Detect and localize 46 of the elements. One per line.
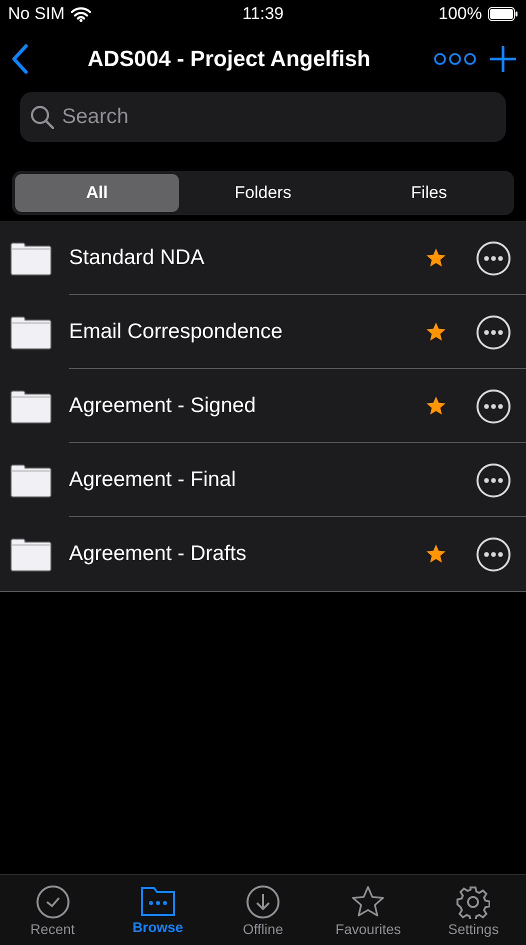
folder-icon: [9, 388, 52, 424]
status-time: 11:39: [242, 4, 284, 24]
more-options-button[interactable]: [476, 462, 511, 498]
tab-bar-item[interactable]: Recent: [0, 875, 106, 945]
folder-icon: [9, 240, 52, 276]
ellipsis-circle-icon: [476, 462, 511, 498]
folder-name[interactable]: Agreement - Signed: [69, 394, 426, 418]
carrier-label: No SIM: [8, 4, 65, 24]
ellipsis-circle-icon: [476, 388, 511, 424]
more-options-button[interactable]: [476, 388, 511, 424]
folder-name[interactable]: Agreement - Final: [69, 468, 426, 492]
battery-percent: 100%: [438, 4, 482, 24]
add-button[interactable]: [490, 46, 516, 72]
folder-name[interactable]: Agreement - Drafts: [69, 542, 426, 566]
folder-icon: [9, 536, 52, 572]
ellipsis-circle-icon: [476, 314, 511, 350]
folder-icon: [9, 314, 52, 350]
tab-bar-item[interactable]: Offline: [210, 875, 316, 945]
more-options-button[interactable]: [476, 240, 511, 276]
checkmark-circle-icon: [36, 885, 70, 919]
wifi-icon: [70, 6, 91, 22]
back-chevron-icon: [10, 44, 30, 74]
folder-name[interactable]: Standard NDA: [69, 246, 426, 270]
download-icon: [246, 885, 280, 919]
more-button[interactable]: [434, 52, 476, 66]
segment-tab[interactable]: All: [15, 174, 179, 212]
battery-icon: [488, 7, 518, 21]
segment-tab[interactable]: Files: [347, 174, 511, 212]
more-options-button[interactable]: [476, 314, 511, 350]
nav-title: ADS004 - Project Angelfish: [86, 46, 372, 72]
tab-bar-item[interactable]: Favourites: [316, 875, 421, 945]
more-options-button[interactable]: [476, 536, 511, 572]
star-icon: [351, 885, 386, 919]
tab-bar-item[interactable]: Browse: [105, 875, 210, 945]
folder-icon: [140, 885, 176, 917]
tab-bar-item[interactable]: Settings: [420, 875, 526, 945]
search-field[interactable]: Search: [20, 92, 506, 142]
plus-icon: [490, 46, 516, 72]
more-dots-icon: [434, 52, 476, 66]
folder-icon: [9, 462, 52, 498]
folder-name[interactable]: Email Correspondence: [69, 320, 426, 344]
back-button[interactable]: [10, 44, 30, 74]
settings-icon: [456, 885, 490, 919]
ellipsis-circle-icon: [476, 536, 511, 572]
ellipsis-circle-icon: [476, 240, 511, 276]
segment-tab[interactable]: Folders: [181, 174, 345, 212]
